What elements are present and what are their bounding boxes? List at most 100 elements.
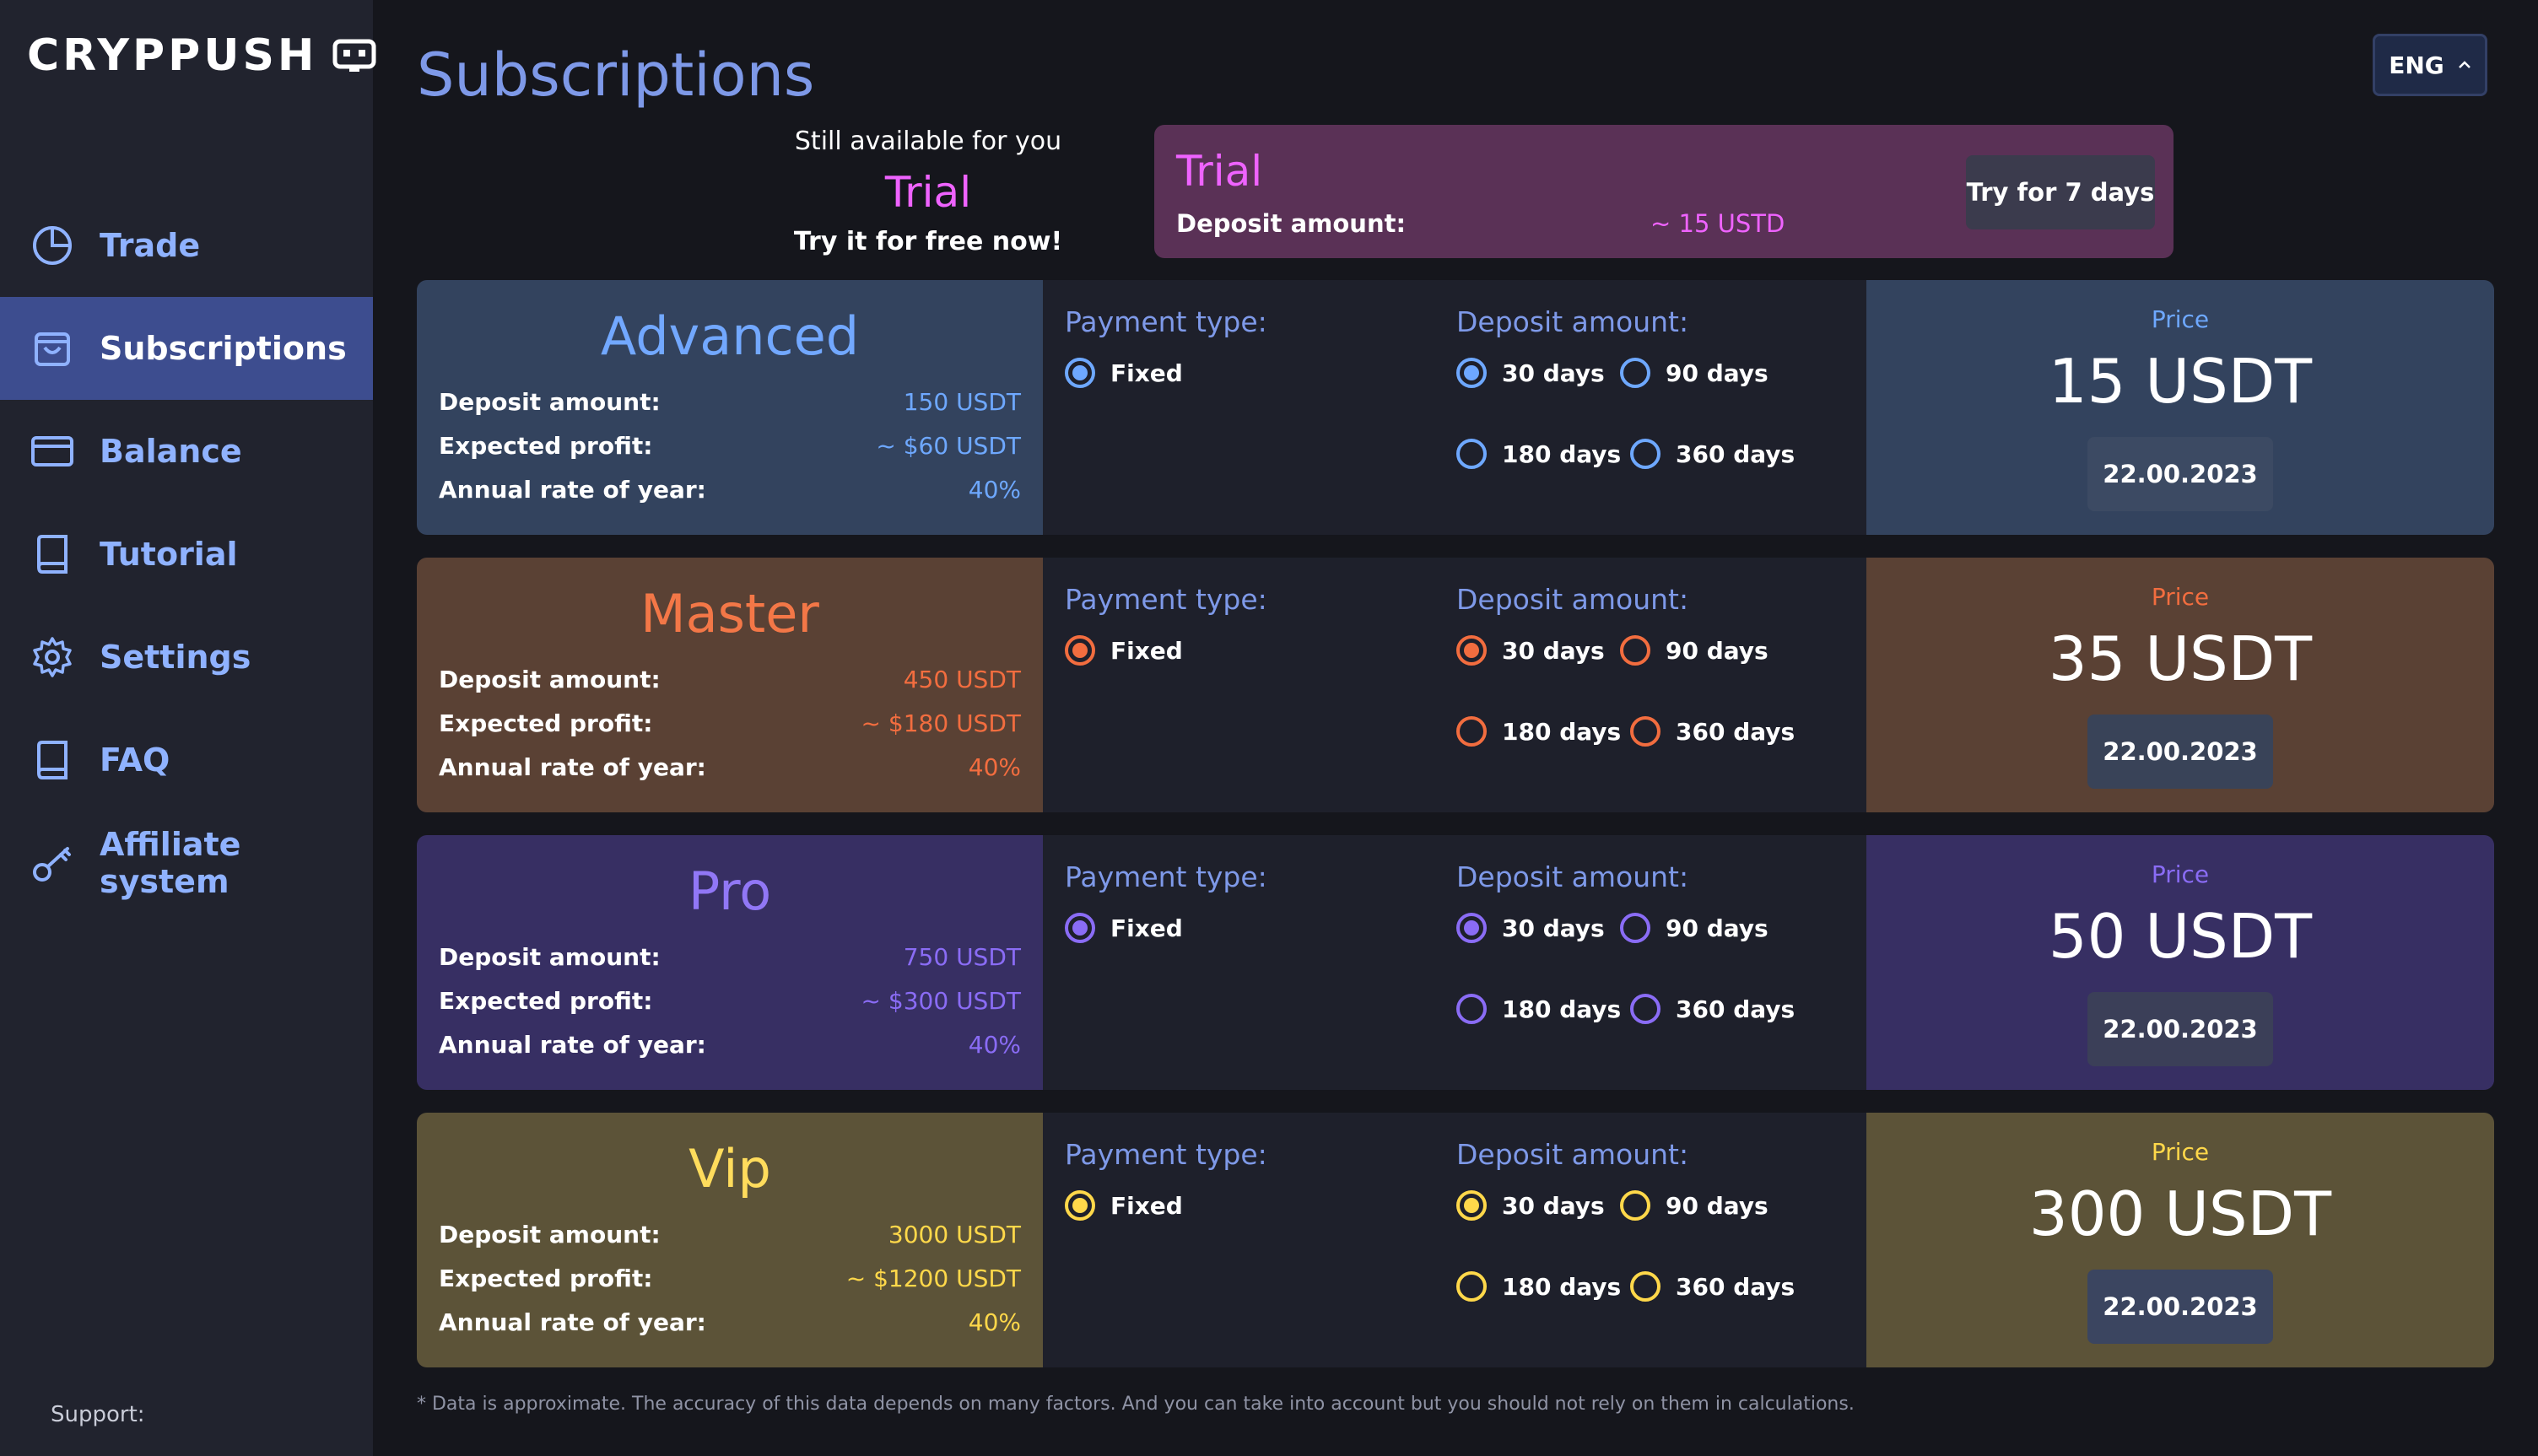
term-90-days-radio[interactable]: 90 days bbox=[1620, 635, 1768, 666]
bag-icon bbox=[30, 326, 74, 370]
radio-label: 90 days bbox=[1666, 636, 1768, 665]
radio-label: 180 days bbox=[1502, 717, 1622, 746]
expected-profit-row: Expected profit: ~ $300 USDT bbox=[439, 987, 1021, 1015]
date-button[interactable]: 22.00.2023 bbox=[2087, 715, 2273, 789]
deposit-amount-row: Deposit amount: 450 USDT bbox=[439, 666, 1021, 693]
radio-empty-icon bbox=[1620, 358, 1650, 388]
radio-label: 30 days bbox=[1502, 914, 1605, 942]
sidebar-item-label: Settings bbox=[100, 639, 251, 676]
date-button[interactable]: 22.00.2023 bbox=[2087, 992, 2273, 1066]
sidebar-item-label: Balance bbox=[100, 433, 242, 470]
radio-label: 90 days bbox=[1666, 359, 1768, 387]
payment-fixed-radio[interactable]: Fixed bbox=[1065, 913, 1183, 943]
term-360-days-radio[interactable]: 360 days bbox=[1630, 994, 1795, 1024]
plan-name: Pro bbox=[688, 860, 772, 922]
plan-info: Vip Deposit amount: 3000 USDT Expected pr… bbox=[417, 1113, 1043, 1367]
price-label: Price bbox=[2151, 305, 2210, 333]
plan-name: Advanced bbox=[600, 305, 860, 367]
expected-profit-row: Expected profit: ~ $1200 USDT bbox=[439, 1265, 1021, 1292]
price-label: Price bbox=[2151, 1138, 2210, 1166]
plan-info: Master Deposit amount: 450 USDT Expected … bbox=[417, 558, 1043, 812]
price-panel: Price 35 USDT 22.00.2023 bbox=[1866, 558, 2494, 812]
sidebar-item-subscriptions[interactable]: Subscriptions bbox=[0, 297, 373, 400]
logo[interactable]: CRYPPUSH bbox=[27, 30, 376, 81]
try-trial-button[interactable]: Try for 7 days bbox=[1966, 155, 2155, 229]
sidebar-item-affiliate[interactable]: Affiliate system bbox=[0, 812, 373, 914]
annual-rate-row: Annual rate of year: 40% bbox=[439, 476, 1021, 504]
term-90-days-radio[interactable]: 90 days bbox=[1620, 1190, 1768, 1221]
term-30-days-radio[interactable]: 30 days bbox=[1456, 913, 1605, 943]
pie-chart-icon bbox=[30, 224, 74, 267]
trial-promo-subtitle: Still available for you bbox=[794, 127, 1062, 156]
sidebar-item-faq[interactable]: FAQ bbox=[0, 709, 373, 812]
price-value: 15 USDT bbox=[2048, 346, 2313, 417]
term-180-days-radio[interactable]: 180 days bbox=[1456, 439, 1621, 469]
radio-selected-icon bbox=[1065, 913, 1095, 943]
sidebar-item-label: Affiliate system bbox=[100, 826, 241, 900]
book-icon bbox=[30, 738, 74, 782]
payment-fixed-radio[interactable]: Fixed bbox=[1065, 358, 1183, 388]
sidebar-item-trade[interactable]: Trade bbox=[0, 194, 373, 297]
term-30-days-radio[interactable]: 30 days bbox=[1456, 1190, 1605, 1221]
term-180-days-radio[interactable]: 180 days bbox=[1456, 994, 1621, 1024]
radio-selected-icon bbox=[1065, 1190, 1095, 1221]
payment-fixed-radio[interactable]: Fixed bbox=[1065, 1190, 1183, 1221]
radio-empty-icon bbox=[1456, 716, 1487, 747]
date-button[interactable]: 22.00.2023 bbox=[2087, 437, 2273, 511]
support-label[interactable]: Support: bbox=[51, 1402, 145, 1427]
gear-icon bbox=[30, 635, 74, 679]
sidebar-item-tutorial[interactable]: Tutorial bbox=[0, 503, 373, 606]
deposit-amount-label: Deposit amount: bbox=[439, 943, 661, 971]
expected-profit-value: ~ $300 USDT bbox=[861, 987, 1021, 1015]
annual-rate-row: Annual rate of year: 40% bbox=[439, 753, 1021, 781]
radio-selected-icon bbox=[1456, 635, 1487, 666]
radio-label: 30 days bbox=[1502, 636, 1605, 665]
term-180-days-radio[interactable]: 180 days bbox=[1456, 1271, 1621, 1302]
sidebar-item-balance[interactable]: Balance bbox=[0, 400, 373, 503]
term-90-days-radio[interactable]: 90 days bbox=[1620, 913, 1768, 943]
sidebar-item-settings[interactable]: Settings bbox=[0, 606, 373, 709]
expected-profit-label: Expected profit: bbox=[439, 709, 653, 737]
term-360-days-radio[interactable]: 360 days bbox=[1630, 439, 1795, 469]
annual-rate-value: 40% bbox=[968, 1308, 1021, 1336]
chevron-up-icon bbox=[2458, 61, 2470, 68]
term-30-days-radio[interactable]: 30 days bbox=[1456, 635, 1605, 666]
radio-selected-icon bbox=[1065, 358, 1095, 388]
sidebar-item-label: Trade bbox=[100, 227, 201, 264]
expected-profit-label: Expected profit: bbox=[439, 432, 653, 460]
deposit-amount-label: Deposit amount: bbox=[439, 1221, 661, 1248]
price-label: Price bbox=[2151, 583, 2210, 611]
radio-empty-icon bbox=[1630, 439, 1660, 469]
deposit-amount-value: 150 USDT bbox=[903, 388, 1021, 416]
term-360-days-radio[interactable]: 360 days bbox=[1630, 1271, 1795, 1302]
radio-label: Fixed bbox=[1110, 636, 1183, 665]
term-180-days-radio[interactable]: 180 days bbox=[1456, 716, 1621, 747]
language-selector[interactable]: ENG bbox=[2373, 34, 2487, 96]
plan-card-pro: Pro Deposit amount: 750 USDT Expected pro… bbox=[417, 835, 2494, 1090]
expected-profit-label: Expected profit: bbox=[439, 1265, 653, 1292]
deposit-amount-row: Deposit amount: 150 USDT bbox=[439, 388, 1021, 416]
price-value: 50 USDT bbox=[2048, 901, 2313, 972]
price-panel: Price 15 USDT 22.00.2023 bbox=[1866, 280, 2494, 535]
price-value: 35 USDT bbox=[2048, 623, 2313, 694]
trial-deposit-value: ~ 15 USTD bbox=[1650, 209, 1785, 238]
radio-empty-icon bbox=[1456, 1271, 1487, 1302]
radio-label: 360 days bbox=[1676, 439, 1796, 468]
deposit-amount-title: Deposit amount: bbox=[1456, 305, 1689, 338]
term-30-days-radio[interactable]: 30 days bbox=[1456, 358, 1605, 388]
term-360-days-radio[interactable]: 360 days bbox=[1630, 716, 1795, 747]
plan-options: Payment type: Deposit amount: Fixed 30 d… bbox=[1043, 280, 1863, 535]
radio-label: 90 days bbox=[1666, 914, 1768, 942]
radio-selected-icon bbox=[1456, 913, 1487, 943]
expected-profit-value: ~ $60 USDT bbox=[876, 432, 1021, 460]
payment-fixed-radio[interactable]: Fixed bbox=[1065, 635, 1183, 666]
term-90-days-radio[interactable]: 90 days bbox=[1620, 358, 1768, 388]
expected-profit-label: Expected profit: bbox=[439, 987, 653, 1015]
price-panel: Price 300 USDT 22.00.2023 bbox=[1866, 1113, 2494, 1367]
annual-rate-row: Annual rate of year: 40% bbox=[439, 1308, 1021, 1336]
date-button[interactable]: 22.00.2023 bbox=[2087, 1270, 2273, 1344]
deposit-amount-label: Deposit amount: bbox=[439, 388, 661, 416]
radio-label: 30 days bbox=[1502, 1191, 1605, 1220]
sidebar-item-label: FAQ bbox=[100, 741, 170, 779]
disclaimer-footnote: * Data is approximate. The accuracy of t… bbox=[417, 1394, 1855, 1415]
